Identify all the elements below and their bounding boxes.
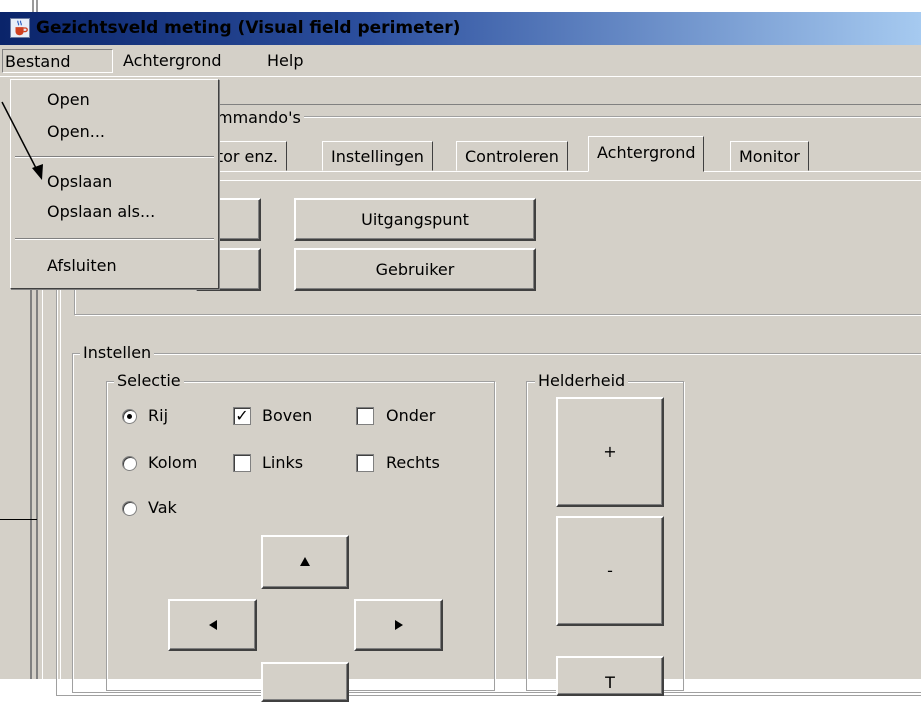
tab-monitor[interactable]: Monitor: [730, 141, 809, 171]
menu-separator: [15, 238, 214, 240]
up-arrow-icon: [300, 557, 310, 566]
tab-instellingen[interactable]: Instellingen: [322, 141, 433, 171]
checkbox-links-label: Links: [262, 453, 304, 472]
instellen-label: Instellen: [80, 343, 155, 362]
right-arrow-button[interactable]: [354, 599, 443, 651]
java-cup-icon: [10, 18, 30, 38]
helderheid-label: Helderheid: [535, 371, 629, 390]
tab-achtergrond[interactable]: Achtergrond: [588, 136, 705, 172]
checkbox-rechts-label: Rechts: [386, 453, 440, 472]
background-window-edge: [32, 0, 34, 12]
menu-achtergrond[interactable]: Achtergrond: [117, 49, 227, 73]
radio-vak[interactable]: [122, 501, 137, 516]
radio-rij-label: Rij: [148, 406, 169, 425]
annotation-arrow: [1, 101, 43, 180]
radio-rij[interactable]: [122, 409, 137, 424]
uitgangspunt-button[interactable]: Uitgangspunt: [294, 198, 536, 241]
left-arrow-icon: [208, 620, 217, 630]
brightness-plus-button[interactable]: +: [556, 397, 664, 507]
checkbox-onder[interactable]: [356, 407, 374, 425]
checkbox-onder-label: Onder: [386, 406, 436, 425]
gebruiker-button[interactable]: Gebruiker: [294, 248, 536, 291]
radio-selected-dot: [127, 414, 132, 419]
down-arrow-button[interactable]: [261, 662, 349, 702]
radio-vak-label: Vak: [148, 498, 177, 517]
commands-top-line: [200, 104, 921, 105]
window-title: Gezichtsveld meting (Visual field perime…: [36, 18, 461, 38]
checkbox-boven-label: Boven: [262, 406, 313, 425]
left-arrow-button[interactable]: [168, 599, 257, 651]
right-arrow-icon: [394, 620, 403, 630]
background-window-edge: [36, 0, 38, 12]
checkbox-rechts[interactable]: [356, 454, 374, 472]
checkbox-links[interactable]: [233, 454, 251, 472]
up-arrow-button[interactable]: [261, 535, 349, 589]
radio-kolom-label: Kolom: [148, 453, 198, 472]
menu-item-afsluiten[interactable]: Afsluiten: [11, 253, 218, 279]
tab-controleren[interactable]: Controleren: [456, 141, 568, 171]
menu-help[interactable]: Help: [261, 49, 309, 73]
annotation-line: [0, 519, 37, 520]
brightness-third-button[interactable]: T: [556, 656, 664, 696]
radio-kolom[interactable]: [122, 456, 137, 471]
menu-item-opslaan-als[interactable]: Opslaan als...: [11, 199, 218, 225]
checkbox-boven[interactable]: ✓: [233, 407, 251, 425]
selectie-label: Selectie: [114, 371, 184, 390]
menu-bestand[interactable]: Bestand: [2, 49, 113, 73]
commands-group-label: mmando's: [214, 108, 304, 127]
brightness-minus-button[interactable]: -: [556, 516, 664, 626]
